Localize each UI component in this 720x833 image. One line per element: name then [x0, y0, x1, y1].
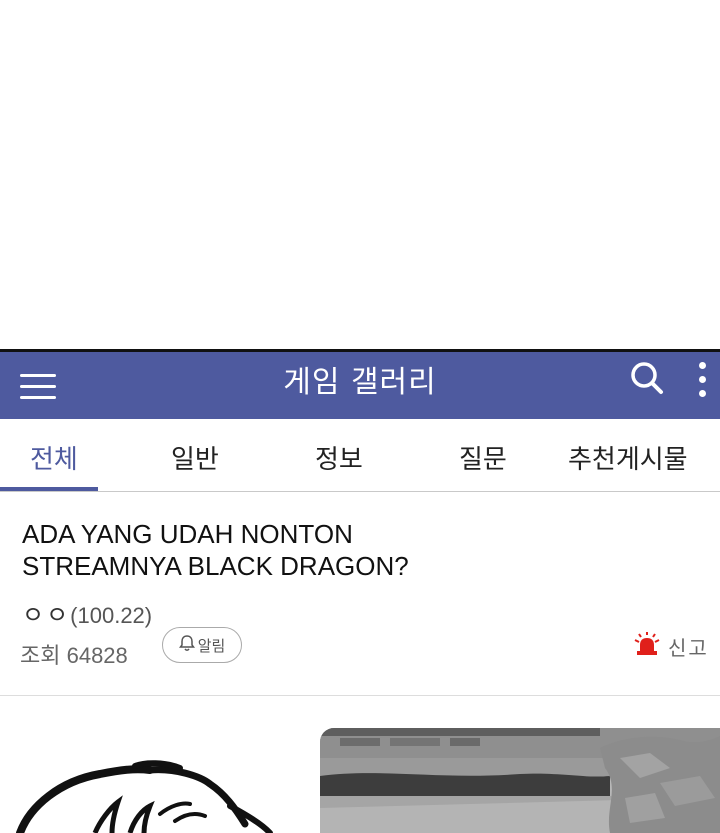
report-button[interactable]: 신고: [632, 631, 709, 661]
page-title: 게임 갤러리: [283, 365, 437, 400]
screenshot-image: [320, 728, 720, 833]
tab-info[interactable]: 정보: [315, 439, 363, 479]
post-title[interactable]: ADA YANG UDAH NONTON STREAMNYA BLACK DRA…: [22, 518, 622, 582]
post-item[interactable]: ADA YANG UDAH NONTON STREAMNYA BLACK DRA…: [0, 492, 720, 695]
alarm-button[interactable]: 알림: [162, 627, 242, 663]
more-icon[interactable]: [692, 358, 712, 408]
tab-bar: 전체 일반 정보 질문 추천게시물: [0, 419, 720, 492]
post-content-preview: [0, 696, 720, 833]
report-label: 신고: [668, 635, 709, 660]
app-header: 게임 갤러리: [0, 352, 720, 419]
author-ip: (100.22): [70, 603, 153, 628]
post-author: ㅇㅇ(100.22): [22, 595, 152, 630]
tab-general[interactable]: 일반: [171, 439, 219, 479]
siren-icon: [632, 631, 662, 661]
tab-question[interactable]: 질문: [459, 439, 507, 479]
blank-area: [0, 0, 720, 349]
tab-all[interactable]: 전체: [30, 439, 78, 479]
sketch-illustration: [0, 696, 300, 833]
active-tab-indicator: [0, 487, 98, 491]
post-title-line-2: STREAMNYA BLACK DRAGON?: [22, 551, 409, 581]
view-count: 조회 64828: [20, 643, 128, 668]
search-icon[interactable]: [628, 360, 668, 400]
post-title-line-1: ADA YANG UDAH NONTON: [22, 519, 353, 549]
alarm-label: 알림: [197, 636, 226, 655]
tab-recommended[interactable]: 추천게시물: [568, 439, 688, 479]
author-name: ㅇㅇ: [22, 602, 71, 629]
bell-icon: [178, 634, 195, 656]
